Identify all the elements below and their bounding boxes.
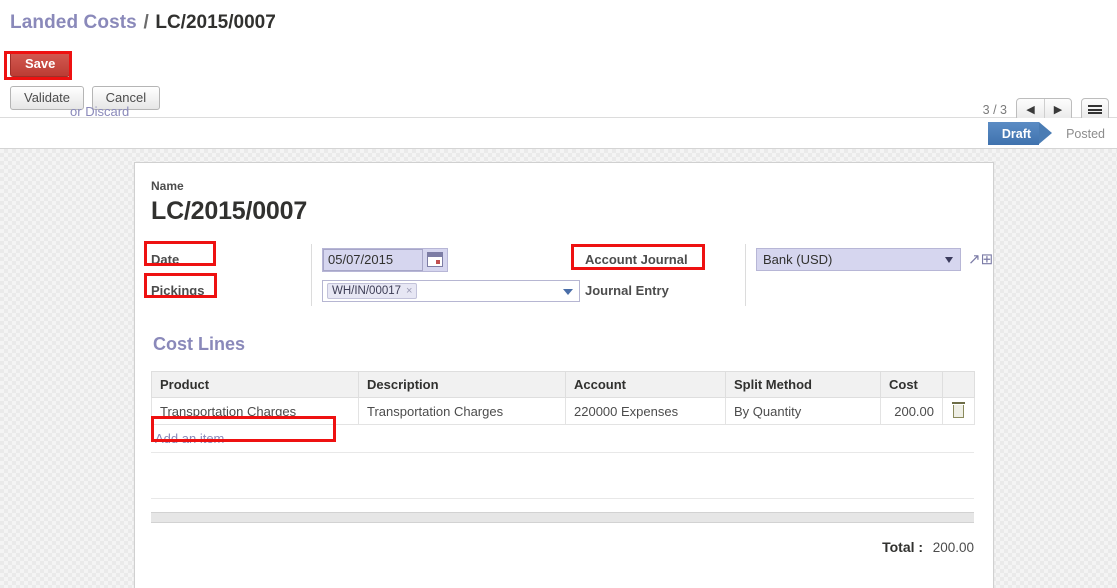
date-field-wrap: [322, 247, 448, 272]
calendar-icon[interactable]: [427, 252, 443, 267]
statusbar: Draft Posted: [0, 118, 1117, 149]
left-labels: Date Pickings: [151, 244, 311, 306]
account-journal-field-row: Bank (USD) ↗⊞: [756, 244, 993, 275]
account-journal-select[interactable]: Bank (USD): [756, 248, 961, 271]
date-label: Date: [151, 252, 180, 267]
add-item-link[interactable]: Add an item: [151, 425, 974, 453]
cell-description[interactable]: Transportation Charges: [358, 397, 566, 425]
chevron-down-icon[interactable]: [945, 257, 953, 263]
page-title: LC/2015/0007: [151, 197, 308, 225]
cell-cost[interactable]: 200.00: [880, 397, 943, 425]
status-items: Draft Posted: [987, 122, 1117, 145]
column-header-description: Description: [358, 371, 566, 398]
action-bar: Save or Discard 3 / 3 ◀ ▶: [0, 44, 1117, 121]
column-header-account: Account: [565, 371, 726, 398]
arrow-right-icon[interactable]: ▶: [1044, 99, 1071, 120]
right-fields: Bank (USD) ↗⊞: [745, 244, 993, 306]
date-field-row: [322, 244, 580, 275]
save-button[interactable]: Save: [10, 51, 71, 77]
breadcrumb-separator: /: [143, 12, 149, 33]
account-journal-value: Bank (USD): [763, 252, 833, 267]
external-link-icon[interactable]: ↗⊞: [968, 252, 993, 267]
column-header-cost: Cost: [880, 371, 943, 398]
account-journal-label: Account Journal: [585, 252, 688, 267]
discard-link[interactable]: Discard: [85, 104, 129, 119]
column-header-actions: [942, 371, 975, 398]
picking-tag-label: WH/IN/00017: [332, 284, 402, 297]
pickings-label-row: Pickings: [151, 275, 311, 306]
picking-tag[interactable]: WH/IN/00017 ×: [327, 282, 418, 299]
right-labels: Account Journal Journal Entry: [585, 244, 745, 306]
discard-group: or Discard: [70, 104, 129, 119]
journal-entry-label: Journal Entry: [585, 283, 669, 298]
table-header-row: Product Description Account Split Method…: [151, 371, 975, 398]
cell-split-method[interactable]: By Quantity: [725, 397, 881, 425]
column-header-product: Product: [151, 371, 359, 398]
column-header-split-method: Split Method: [725, 371, 881, 398]
journal-entry-label-row: Journal Entry: [585, 275, 745, 306]
total-value: 200.00: [932, 540, 974, 555]
breadcrumb: Landed Costs / LC/2015/0007: [0, 0, 1117, 44]
form-buttons-row: Validate Cancel: [0, 86, 1117, 118]
form-column-right: Account Journal Journal Entry Bank (USD)…: [580, 244, 993, 306]
or-label: or: [70, 104, 82, 119]
cell-account[interactable]: 220000 Expenses: [565, 397, 726, 425]
status-badge-posted[interactable]: Posted: [1052, 122, 1117, 145]
form-column-left: Date Pickings 05/07/2015 WH/IN/00017 ×: [151, 244, 580, 306]
table-empty-area: [151, 453, 974, 499]
pickings-field-row: WH/IN/00017 ×: [322, 275, 580, 306]
form-sheet: Name LC/2015/0007 Date Pickings 05/07/20…: [134, 162, 994, 588]
breadcrumb-root[interactable]: Landed Costs: [10, 12, 137, 33]
table-row[interactable]: Transportation Charges Transportation Ch…: [151, 397, 975, 425]
total-row: Total : 200.00: [151, 523, 974, 555]
page-canvas: Name LC/2015/0007 Date Pickings 05/07/20…: [0, 149, 1117, 588]
name-label: Name: [151, 179, 184, 193]
cost-lines-table: Product Description Account Split Method…: [151, 371, 975, 425]
close-icon[interactable]: ×: [406, 285, 412, 297]
account-journal-label-row: Account Journal: [585, 244, 745, 275]
journal-entry-field-row: [756, 275, 993, 306]
form-columns: Date Pickings 05/07/2015 WH/IN/00017 × A…: [151, 244, 993, 306]
cell-delete: [942, 397, 975, 425]
status-badge-draft[interactable]: Draft: [987, 122, 1053, 145]
pickings-input[interactable]: WH/IN/00017 ×: [322, 279, 580, 302]
arrow-left-icon[interactable]: ◀: [1017, 99, 1044, 120]
cell-product[interactable]: Transportation Charges: [151, 397, 359, 425]
trash-icon[interactable]: [952, 402, 965, 418]
date-input[interactable]: [323, 248, 423, 271]
breadcrumb-current: LC/2015/0007: [155, 12, 276, 33]
date-label-row: Date: [151, 244, 311, 275]
left-fields: WH/IN/00017 ×: [311, 244, 580, 306]
chevron-down-icon[interactable]: [563, 288, 573, 295]
pickings-label: Pickings: [151, 283, 205, 298]
cost-lines-title: Cost Lines: [153, 334, 246, 354]
horizontal-scrollbar[interactable]: [151, 512, 974, 523]
pager-count: 3 / 3: [982, 102, 1007, 117]
total-label: Total :: [882, 539, 924, 555]
